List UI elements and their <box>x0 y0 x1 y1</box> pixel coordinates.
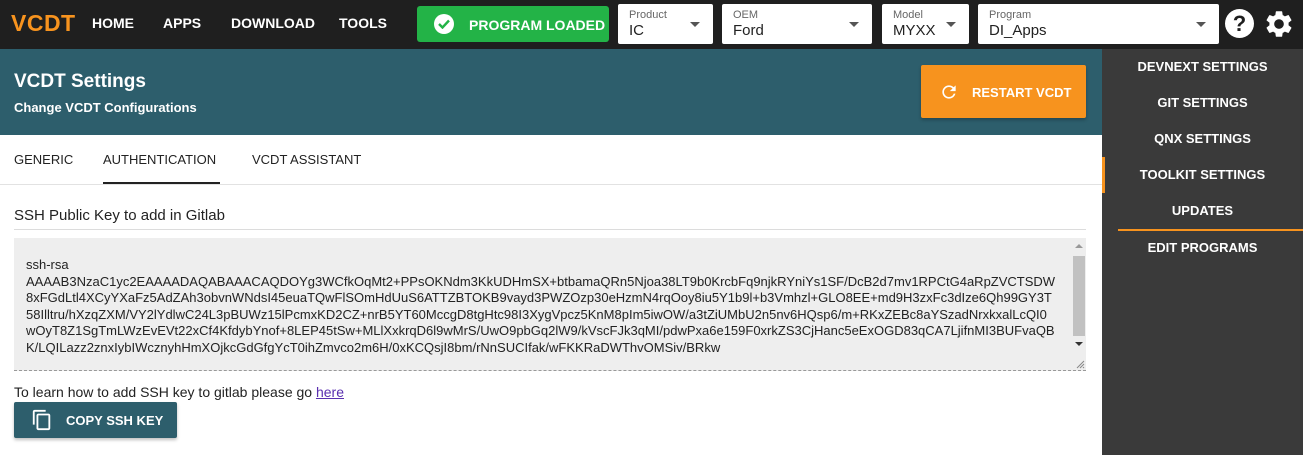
copy-ssh-key-button[interactable]: COPY SSH KEY <box>14 402 177 438</box>
sidebar-item-git[interactable]: GIT SETTINGS <box>1102 95 1303 110</box>
refresh-icon <box>942 85 956 99</box>
sidebar-item-devnext[interactable]: DEVNEXT SETTINGS <box>1102 59 1303 74</box>
top-navbar: VCDT HOME APPS DOWNLOAD TOOLS PROGRAM LO… <box>0 0 1303 49</box>
tab-generic[interactable]: GENERIC <box>14 152 73 167</box>
copy-ssh-key-label: COPY SSH KEY <box>66 413 164 428</box>
program-loaded-status: PROGRAM LOADED <box>417 6 609 42</box>
gear-icon[interactable] <box>1263 8 1295 40</box>
copy-icon <box>32 409 51 431</box>
help-circle-icon[interactable]: ? <box>1225 9 1254 38</box>
page-title: VCDT Settings <box>14 71 146 92</box>
nav-apps[interactable]: APPS <box>163 15 201 31</box>
settings-sidebar: DEVNEXT SETTINGS GIT SETTINGS QNX SETTIN… <box>1102 49 1303 455</box>
ssh-help-label: To learn how to add SSH key to gitlab pl… <box>14 384 316 400</box>
nav-download[interactable]: DOWNLOAD <box>231 15 315 31</box>
sidebar-item-edit-programs[interactable]: EDIT PROGRAMS <box>1102 240 1303 255</box>
textarea-scrollbar[interactable] <box>1072 238 1086 370</box>
program-select-label: Program <box>989 9 1032 21</box>
ssh-section-title: SSH Public Key to add in Gitlab <box>14 207 225 224</box>
sidebar-item-updates[interactable]: UPDATES <box>1102 203 1303 218</box>
section-divider <box>14 229 1086 230</box>
tab-authentication[interactable]: AUTHENTICATION <box>103 152 216 167</box>
scroll-thumb[interactable] <box>1073 256 1085 336</box>
oem-select-label: OEM <box>733 9 759 21</box>
sidebar-item-toolkit[interactable]: TOOLKIT SETTINGS <box>1102 167 1303 182</box>
restart-vcdt-button[interactable]: RESTART VCDT <box>921 65 1086 118</box>
oem-select-value: Ford <box>733 22 764 39</box>
product-select[interactable]: Product IC <box>618 4 713 44</box>
active-tab-indicator <box>103 182 220 184</box>
product-select-value: IC <box>629 22 644 39</box>
tab-vcdt-assistant[interactable]: VCDT ASSISTANT <box>252 152 361 167</box>
chevron-down-icon <box>1196 22 1206 27</box>
model-select[interactable]: Model MYXX <box>882 4 969 44</box>
ssh-help-text: To learn how to add SSH key to gitlab pl… <box>14 384 344 400</box>
program-select-value: DI_Apps <box>989 22 1047 39</box>
ssh-key-text: ssh-rsa AAAAB3NzaC1yc2EAAAADAQABAAACAQDO… <box>26 257 1056 355</box>
model-select-value: MYXX <box>893 22 936 39</box>
app-logo[interactable]: VCDT <box>11 10 76 37</box>
product-select-label: Product <box>629 9 667 21</box>
chevron-down-icon <box>946 22 956 27</box>
settings-header: VCDT Settings Change VCDT Configurations… <box>0 49 1102 135</box>
page-subtitle: Change VCDT Configurations <box>14 100 197 115</box>
settings-tabs: GENERIC AUTHENTICATION VCDT ASSISTANT <box>0 135 1102 185</box>
chevron-down-icon <box>849 22 859 27</box>
program-loaded-label: PROGRAM LOADED <box>469 17 606 33</box>
check-circle-icon <box>434 14 454 34</box>
program-select[interactable]: Program DI_Apps <box>978 4 1219 44</box>
sidebar-divider <box>1118 229 1303 231</box>
sidebar-item-qnx[interactable]: QNX SETTINGS <box>1102 131 1303 146</box>
ssh-key-textarea[interactable]: ssh-rsa AAAAB3NzaC1yc2EAAAADAQABAAACAQDO… <box>14 238 1086 371</box>
chevron-down-icon <box>690 22 700 27</box>
scroll-down-arrow-icon[interactable] <box>1075 342 1083 346</box>
oem-select[interactable]: OEM Ford <box>722 4 872 44</box>
model-select-label: Model <box>893 9 923 21</box>
ssh-help-link[interactable]: here <box>316 384 344 400</box>
resize-grip-icon[interactable] <box>1075 359 1085 369</box>
scroll-up-arrow-icon[interactable] <box>1075 244 1083 248</box>
nav-tools[interactable]: TOOLS <box>339 15 387 31</box>
nav-home[interactable]: HOME <box>92 15 134 31</box>
restart-vcdt-label: RESTART VCDT <box>972 85 1072 100</box>
